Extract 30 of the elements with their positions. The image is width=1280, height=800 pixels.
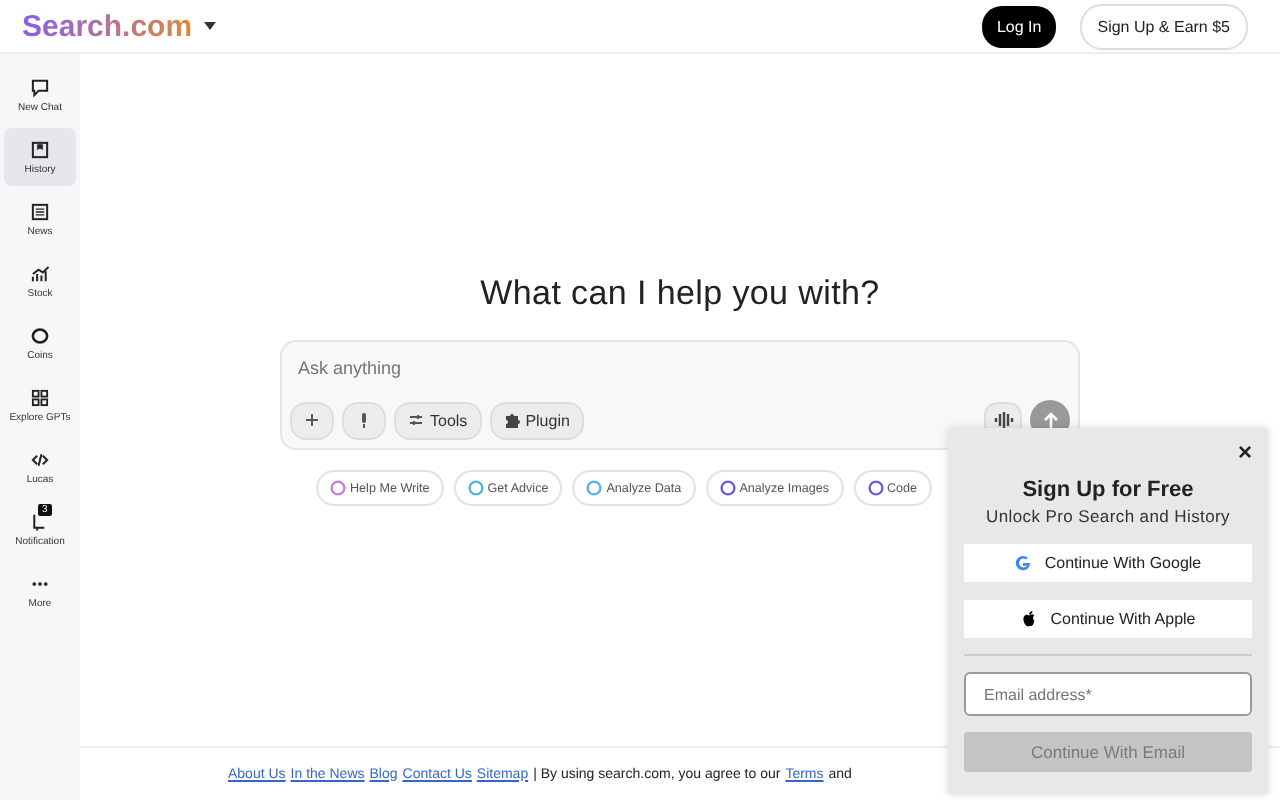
signup-button[interactable]: Sign Up & Earn $5 — [1079, 3, 1248, 49]
sliders-icon — [408, 412, 424, 428]
close-button[interactable]: × — [1237, 440, 1252, 464]
popup-title: Sign Up for Free — [1022, 478, 1194, 502]
plus-icon — [304, 412, 320, 428]
news-icon — [30, 201, 50, 221]
g-logo-icon — [1014, 554, 1033, 572]
plus-button[interactable] — [290, 401, 334, 439]
plugin-button[interactable]: Plugin — [489, 401, 584, 439]
email-field[interactable]: Email address* — [964, 672, 1252, 716]
chat-input[interactable]: Ask anything Tools Plugin — [280, 340, 1080, 450]
google-button[interactable]: Continue With Google — [964, 544, 1252, 582]
caret-icon[interactable] — [204, 22, 217, 30]
tools-button[interactable]: Tools — [394, 401, 482, 439]
mic-button[interactable] — [342, 401, 386, 439]
popup-subtitle: Unlock Pro Search and History — [985, 506, 1230, 526]
logo[interactable]: Search.com — [22, 9, 193, 43]
grid-icon — [30, 387, 50, 407]
apple-button[interactable]: Continue With Apple — [964, 600, 1252, 638]
arrow-up-icon — [1041, 411, 1059, 429]
page-heading: What can I help you with? — [480, 274, 880, 314]
apple-icon — [1020, 610, 1039, 628]
history-icon — [30, 139, 50, 159]
chat-icon — [30, 77, 50, 97]
stock-icon — [30, 263, 50, 283]
waveform-icon — [993, 410, 1013, 430]
coin-icon — [30, 325, 50, 345]
login-button[interactable]: Log In — [982, 5, 1056, 47]
code-icon — [30, 449, 50, 469]
puzzle-icon — [503, 412, 520, 428]
